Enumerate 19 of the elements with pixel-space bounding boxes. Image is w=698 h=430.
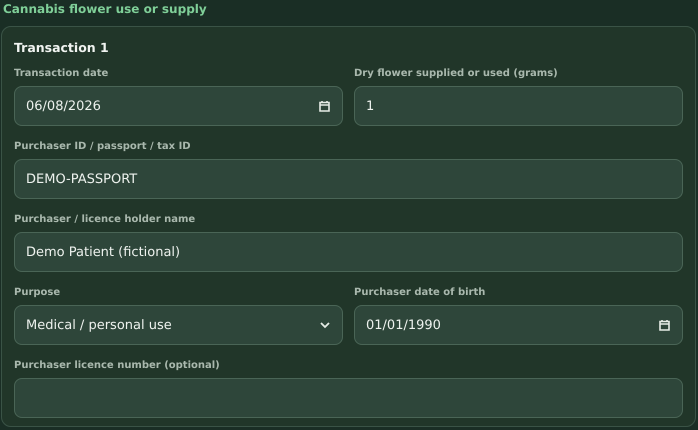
field-label: Purchaser date of birth xyxy=(354,287,486,298)
calendar-icon[interactable] xyxy=(319,100,330,112)
input-field[interactable]: DEMO-PASSPORT xyxy=(14,159,683,199)
date-field[interactable]: 06/08/2026 xyxy=(14,86,343,126)
calendar-icon[interactable] xyxy=(659,319,670,331)
date-field[interactable]: 01/01/1990 xyxy=(354,305,683,345)
field-label: Purpose xyxy=(14,287,62,298)
input-field[interactable] xyxy=(14,378,683,418)
field-label: Purchaser licence number (optional) xyxy=(14,360,221,371)
select-field[interactable]: Medical / personal use xyxy=(14,305,343,345)
input-field[interactable]: Demo Patient (fictional) xyxy=(14,232,683,272)
chevron-down-icon xyxy=(320,322,330,328)
field-label: Dry flower supplied or used (grams) xyxy=(354,68,559,79)
field-label: Purchaser / licence holder name xyxy=(14,214,196,225)
section-title: Cannabis flower use or supply xyxy=(2,1,208,18)
field-label: Purchaser ID / passport / tax ID xyxy=(14,141,192,152)
field-label: Transaction date xyxy=(14,68,110,79)
card-title: Transaction 1 xyxy=(14,40,110,55)
input-field[interactable]: 1 xyxy=(354,86,683,126)
